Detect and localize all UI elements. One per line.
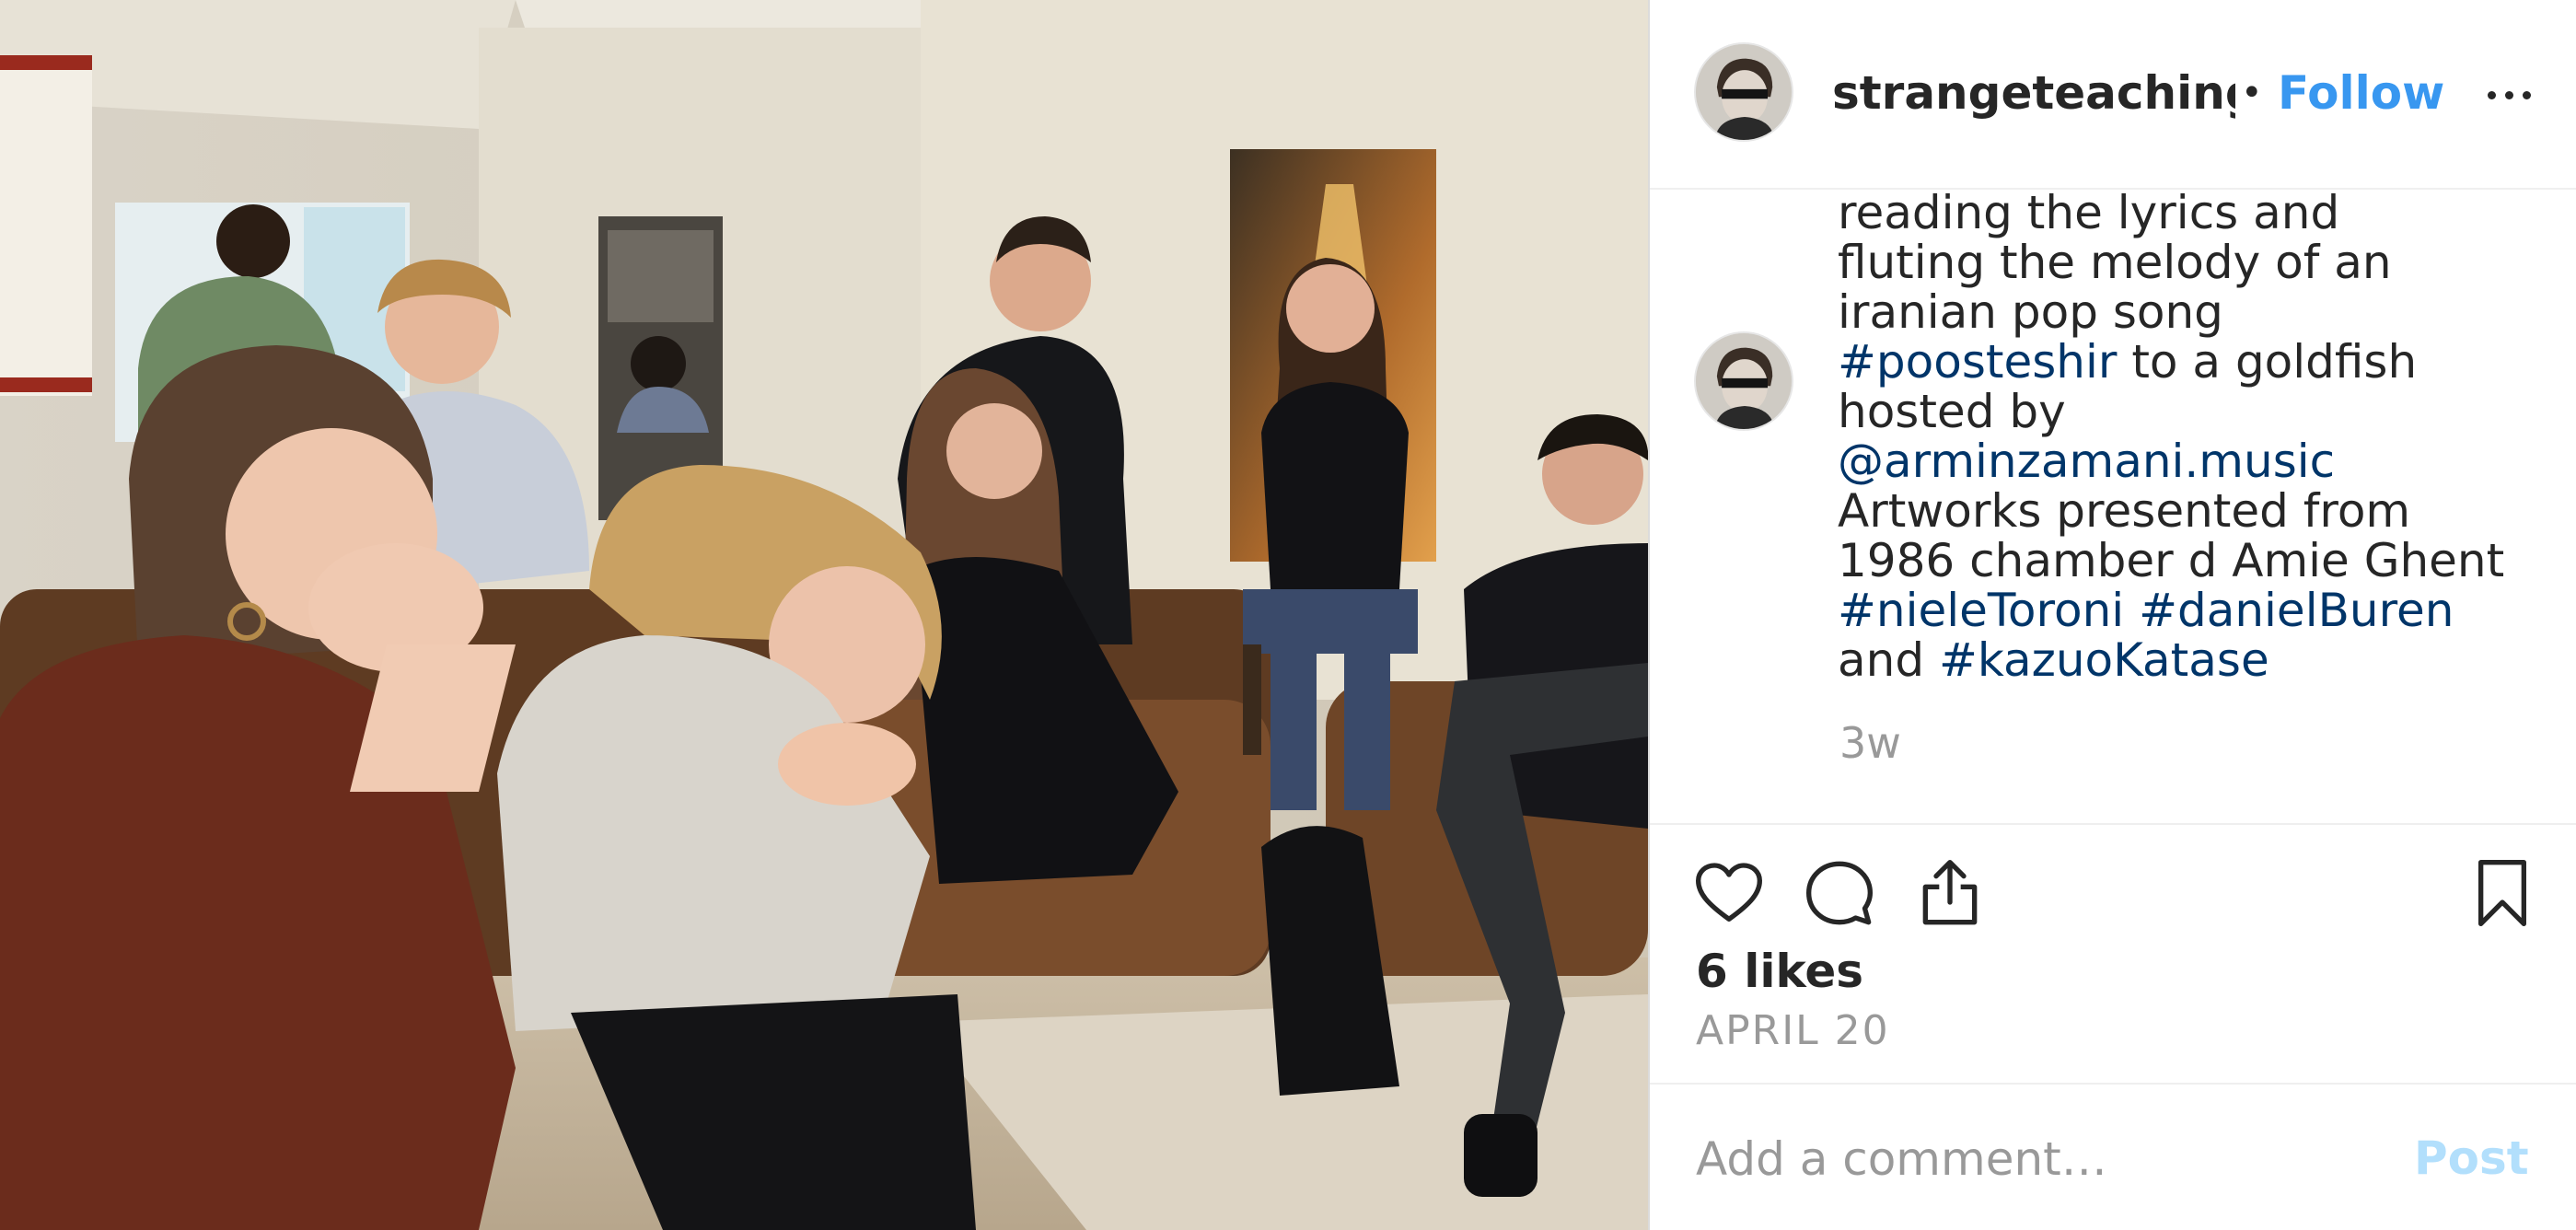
follow-button[interactable]: Follow bbox=[2278, 61, 2444, 125]
caption-author-avatar[interactable] bbox=[1696, 333, 1792, 429]
caption-text: fluting the melody of an bbox=[1838, 236, 2392, 289]
caption-line: iranian pop song bbox=[1838, 287, 2565, 337]
hashtag-link[interactable]: #kazuoKatase bbox=[1939, 633, 2269, 687]
hashtag-link[interactable]: #danielBuren bbox=[2139, 584, 2454, 637]
caption-line: @arminzamani.music bbox=[1838, 436, 2565, 486]
caption-text: 1986 chamber d Amie Ghent bbox=[1838, 534, 2505, 587]
caption-text: to a goldfish bbox=[2117, 335, 2418, 389]
more-options-icon[interactable] bbox=[2482, 66, 2537, 122]
avatar-image bbox=[1696, 333, 1792, 429]
caption-line: #nieleToroni #danielBuren bbox=[1838, 586, 2565, 635]
likes-count[interactable]: 6 likes bbox=[1696, 945, 1863, 998]
caption-text: hosted by bbox=[1838, 385, 2066, 438]
caption-text bbox=[2124, 584, 2139, 637]
post-date: APRIL 20 bbox=[1696, 1007, 1890, 1054]
caption-line: 1986 chamber d Amie Ghent bbox=[1838, 536, 2565, 586]
caption-text: Artworks presented from bbox=[1838, 484, 2411, 538]
separator-dot: • bbox=[2241, 72, 2263, 114]
caption-line: and #kazuoKatase bbox=[1838, 635, 2565, 685]
heart-icon[interactable] bbox=[1692, 856, 1766, 930]
caption-text: and bbox=[1838, 633, 1939, 687]
caption-timestamp[interactable]: 3w bbox=[1839, 718, 1901, 768]
caption-text: iranian pop song bbox=[1838, 285, 2223, 339]
caption-line: hosted by bbox=[1838, 387, 2565, 436]
author-username[interactable]: strangeteaching bbox=[1832, 61, 2235, 125]
post-actions: 6 likes APRIL 20 bbox=[1650, 825, 2576, 1083]
post-sidebar: strangeteaching • Follow reading the lyr… bbox=[1650, 0, 2576, 1230]
caption-line: #poosteshir to a goldfish bbox=[1838, 337, 2565, 387]
avatar-image bbox=[1696, 44, 1792, 140]
comments-section: reading the lyrics and fluting the melody… bbox=[1650, 190, 2576, 825]
caption-text: reading the lyrics and bbox=[1838, 190, 2340, 239]
post-header: strangeteaching • Follow bbox=[1650, 0, 2576, 190]
caption-line: fluting the melody of an bbox=[1838, 238, 2565, 287]
mention-link[interactable]: @arminzamani.music bbox=[1838, 435, 2335, 488]
post-caption: reading the lyrics and fluting the melody… bbox=[1838, 190, 2565, 685]
comment-input[interactable] bbox=[1694, 1121, 2416, 1197]
hashtag-link[interactable]: #poosteshir bbox=[1838, 335, 2117, 389]
author-avatar[interactable] bbox=[1696, 44, 1792, 140]
post-comment-button[interactable]: Post bbox=[2414, 1121, 2529, 1195]
share-icon[interactable] bbox=[1913, 856, 1987, 930]
photo-illustration bbox=[0, 0, 1648, 1230]
bookmark-icon[interactable] bbox=[2466, 856, 2539, 930]
comment-icon[interactable] bbox=[1803, 856, 1876, 930]
hashtag-link[interactable]: #nieleToroni bbox=[1838, 584, 2124, 637]
caption-line: reading the lyrics and bbox=[1838, 190, 2565, 238]
post-photo[interactable] bbox=[0, 0, 1648, 1230]
add-comment-bar: Post bbox=[1650, 1083, 2576, 1230]
caption-line: Artworks presented from bbox=[1838, 486, 2565, 536]
